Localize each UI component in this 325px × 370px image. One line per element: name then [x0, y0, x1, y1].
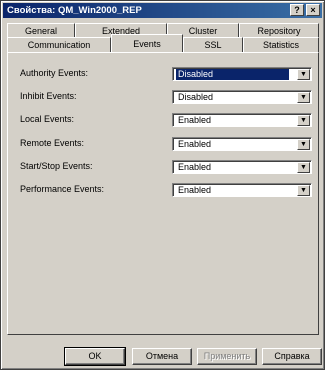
authority-events-label: Authority Events:: [20, 68, 89, 78]
local-events-select[interactable]: Enabled ▼: [172, 113, 312, 127]
inhibit-events-value: Disabled: [178, 92, 214, 102]
field-inhibit-events: Inhibit Events: Disabled ▼: [20, 90, 312, 104]
performance-events-label: Performance Events:: [20, 184, 105, 194]
start-stop-events-label: Start/Stop Events:: [20, 161, 93, 171]
chevron-down-icon[interactable]: ▼: [297, 185, 310, 196]
close-icon[interactable]: ×: [306, 4, 320, 16]
field-performance-events: Performance Events: Enabled ▼: [20, 183, 312, 197]
authority-events-select[interactable]: Disabled ▼: [172, 67, 312, 81]
chevron-down-icon[interactable]: ▼: [297, 69, 310, 80]
local-events-value: Enabled: [178, 115, 212, 125]
chevron-down-icon[interactable]: ▼: [297, 115, 310, 126]
field-authority-events: Authority Events: Disabled ▼: [20, 67, 312, 81]
ok-button[interactable]: OK: [64, 347, 126, 366]
start-stop-events-select[interactable]: Enabled ▼: [172, 160, 312, 174]
window-title: Свойства: QM_Win2000_REP: [7, 5, 142, 16]
inhibit-events-select[interactable]: Disabled ▼: [172, 90, 312, 104]
field-remote-events: Remote Events: Enabled ▼: [20, 137, 312, 151]
local-events-label: Local Events:: [20, 114, 75, 124]
title-bar: Свойства: QM_Win2000_REP ? ×: [3, 3, 322, 18]
inhibit-events-label: Inhibit Events:: [20, 91, 77, 101]
help-button[interactable]: Справка: [262, 348, 322, 365]
tab-repository[interactable]: Repository: [239, 23, 319, 38]
field-start-stop-events: Start/Stop Events: Enabled ▼: [20, 160, 312, 174]
apply-button[interactable]: Применить: [197, 348, 257, 365]
remote-events-label: Remote Events:: [20, 138, 85, 148]
chevron-down-icon[interactable]: ▼: [297, 92, 310, 103]
cancel-button[interactable]: Отмена: [132, 348, 192, 365]
remote-events-value: Enabled: [178, 139, 212, 149]
chevron-down-icon[interactable]: ▼: [297, 162, 310, 173]
tab-events[interactable]: Events: [111, 34, 183, 52]
performance-events-select[interactable]: Enabled ▼: [172, 183, 312, 197]
tab-statistics[interactable]: Statistics: [243, 37, 319, 52]
events-panel: Authority Events: Disabled ▼ Inhibit Eve…: [7, 52, 319, 335]
authority-events-value: Disabled: [176, 69, 289, 80]
tab-general[interactable]: General: [7, 23, 75, 38]
tab-communication[interactable]: Communication: [7, 37, 111, 52]
chevron-down-icon[interactable]: ▼: [297, 139, 310, 150]
performance-events-value: Enabled: [178, 185, 212, 195]
tab-ssl[interactable]: SSL: [183, 37, 243, 52]
field-local-events: Local Events: Enabled ▼: [20, 113, 312, 127]
properties-dialog: Свойства: QM_Win2000_REP ? × General Ext…: [0, 0, 325, 370]
help-icon[interactable]: ?: [290, 4, 304, 16]
remote-events-select[interactable]: Enabled ▼: [172, 137, 312, 151]
start-stop-events-value: Enabled: [178, 162, 212, 172]
tab-row-bottom: Communication Events SSL Statistics: [7, 34, 319, 52]
